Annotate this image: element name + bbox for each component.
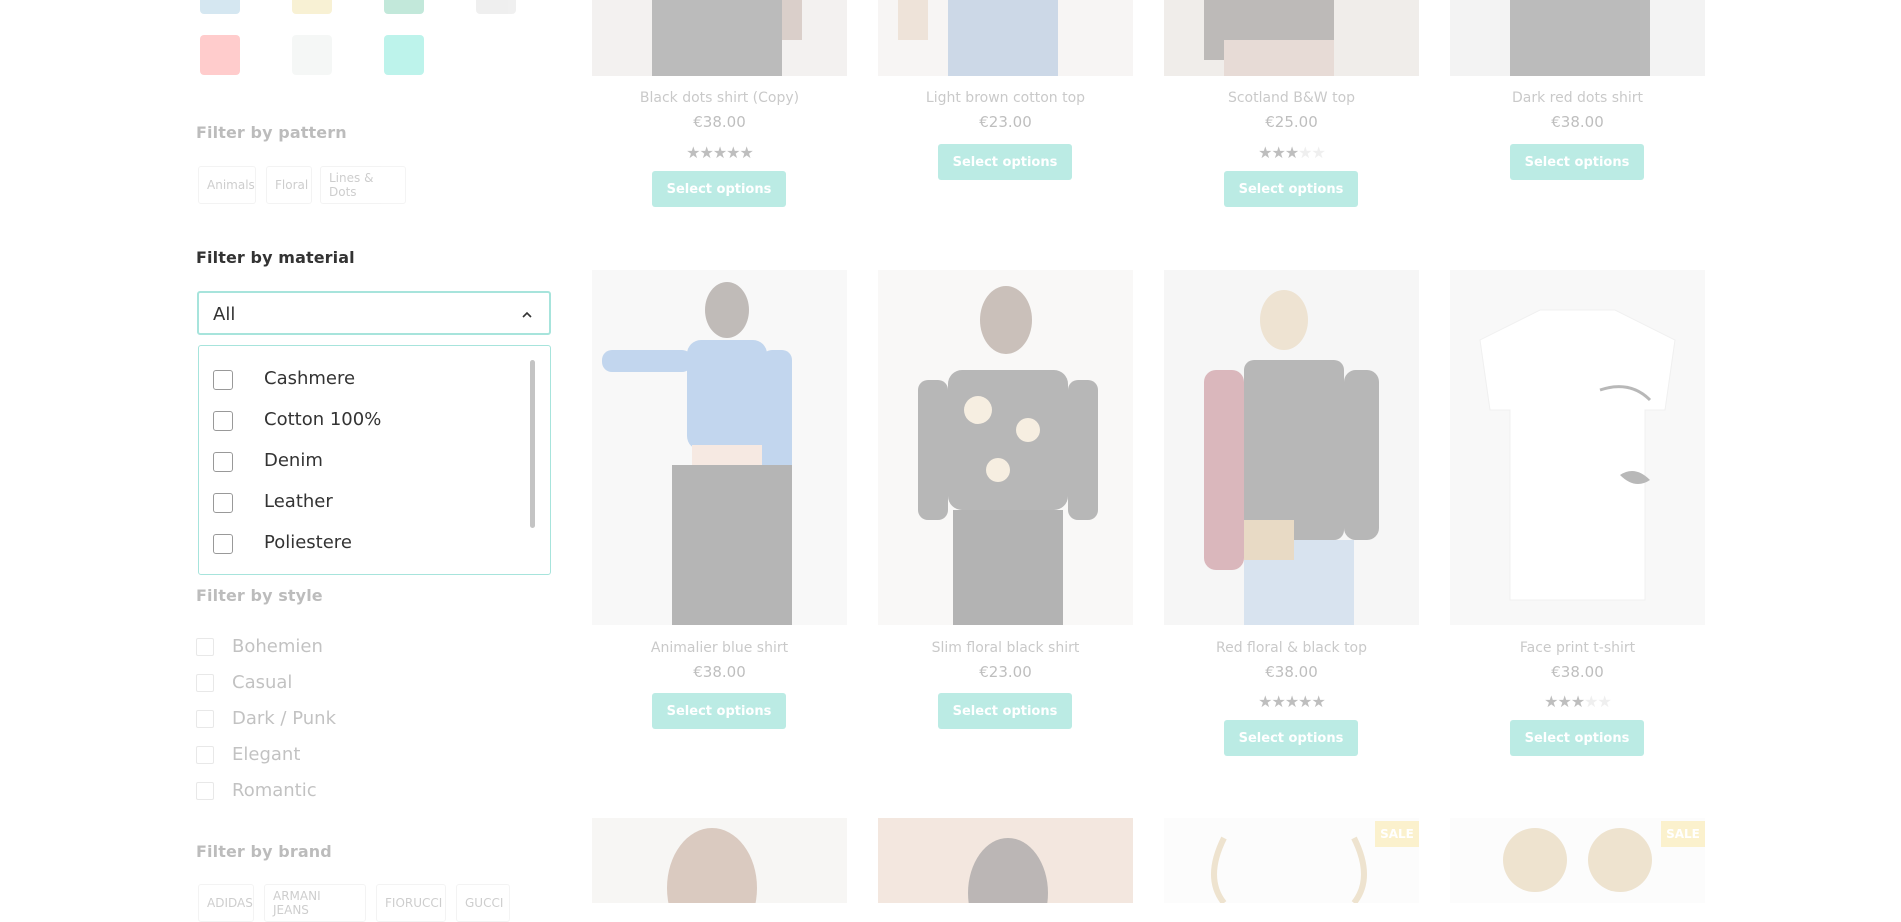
style-checkbox-dark-punk[interactable] [196,710,214,728]
pattern-chip-lines-dots[interactable]: Lines & Dots [320,166,406,204]
checkbox[interactable] [213,370,233,390]
select-options-button[interactable]: Select options [938,144,1072,180]
select-options-button[interactable]: Select options [652,693,786,729]
product-image[interactable] [592,270,847,625]
product-image[interactable] [1164,270,1419,625]
select-options-button[interactable]: Select options [938,693,1072,729]
style-checkbox-romantic[interactable] [196,782,214,800]
select-options-button[interactable]: Select options [1224,720,1358,756]
material-option-cashmere[interactable]: Cashmere [213,361,553,397]
chevron-up-icon [522,311,532,318]
product-name[interactable]: Scotland B&W top [1164,90,1419,106]
product-image[interactable] [878,818,1133,903]
product-name[interactable]: Dark red dots shirt [1450,90,1705,106]
material-option-denim[interactable]: Denim [213,443,553,479]
color-swatch-light-blue[interactable] [200,0,240,14]
color-swatch-green[interactable] [384,0,424,14]
option-label: Cotton 100% [264,409,382,430]
product-name[interactable]: Face print t-shirt [1450,640,1705,656]
material-option-leather[interactable]: Leather [213,484,553,520]
product-image[interactable] [1164,0,1419,76]
rating-stars: ★★★★★ [686,143,754,162]
checkbox[interactable] [213,493,233,513]
select-options-button[interactable]: Select options [1510,720,1644,756]
brand-chip-gucci[interactable]: GUCCI [456,884,510,922]
product-image[interactable] [1450,0,1705,76]
rating-stars: ★★★★★ [1544,692,1612,711]
style-label-bohemien: Bohemien [232,636,323,657]
select-options-button[interactable]: Select options [1224,171,1358,207]
color-swatch-red[interactable] [200,35,240,75]
style-label-elegant: Elegant [232,744,301,765]
brand-chip-armani-jeans[interactable]: ARMANI JEANS [264,884,366,922]
style-filter-title: Filter by style [196,586,323,605]
pattern-chip-animals[interactable]: Animals [198,166,256,204]
product-image[interactable] [592,818,847,903]
pattern-filter-title: Filter by pattern [196,123,347,142]
style-checkbox-casual[interactable] [196,674,214,692]
product-name[interactable]: Black dots shirt (Copy) [592,90,847,106]
material-option-cotton[interactable]: Cotton 100% [213,402,553,438]
brand-filter-title: Filter by brand [196,842,332,861]
product-image[interactable] [878,0,1133,76]
style-checkbox-elegant[interactable] [196,746,214,764]
product-price: €25.00 [1265,113,1318,131]
sale-badge: SALE [1375,821,1419,847]
checkbox[interactable] [213,452,233,472]
style-label-romantic: Romantic [232,780,317,801]
product-name[interactable]: Slim floral black shirt [878,640,1133,656]
product-image[interactable] [1450,270,1705,625]
dropdown-scrollbar[interactable] [530,360,535,528]
product-name[interactable]: Red floral & black top [1164,640,1419,656]
select-options-button[interactable]: Select options [1510,144,1644,180]
product-name[interactable]: Light brown cotton top [878,90,1133,106]
brand-chip-fiorucci[interactable]: FIORUCCI [376,884,446,922]
color-swatch-light-yellow[interactable] [292,0,332,14]
color-swatch-light-grey[interactable] [476,0,516,14]
select-options-button[interactable]: Select options [652,171,786,207]
product-price: €23.00 [979,113,1032,131]
option-label: Leather [264,491,333,512]
product-image[interactable] [592,0,847,76]
checkbox[interactable] [213,411,233,431]
material-option-poliestere[interactable]: Poliestere [213,525,553,561]
option-label: Denim [264,450,323,471]
product-name[interactable]: Animalier blue shirt [592,640,847,656]
option-label: Cashmere [264,368,356,389]
rating-stars: ★★★★★ [1258,692,1326,711]
sale-badge: SALE [1661,821,1705,847]
material-dropdown: Cashmere Cotton 100% Denim Leather Polie… [198,345,551,575]
product-price: €23.00 [979,663,1032,681]
product-price: €38.00 [1551,663,1604,681]
material-filter-title: Filter by material [196,248,355,267]
product-price: €38.00 [693,113,746,131]
material-select-value: All [213,304,236,325]
color-swatch-off-white[interactable] [292,35,332,75]
rating-stars: ★★★★★ [1258,143,1326,162]
product-image[interactable] [878,270,1133,625]
checkbox[interactable] [213,534,233,554]
product-price: €38.00 [693,663,746,681]
style-checkbox-bohemien[interactable] [196,638,214,656]
product-price: €38.00 [1265,663,1318,681]
brand-chip-adidas[interactable]: ADIDAS [198,884,254,922]
color-swatch-turquoise[interactable] [384,35,424,75]
product-price: €38.00 [1551,113,1604,131]
pattern-chip-floral[interactable]: Floral [266,166,312,204]
style-label-dark-punk: Dark / Punk [232,708,337,729]
option-label: Poliestere [264,532,352,553]
style-label-casual: Casual [232,672,293,693]
material-select[interactable]: All [197,291,551,335]
